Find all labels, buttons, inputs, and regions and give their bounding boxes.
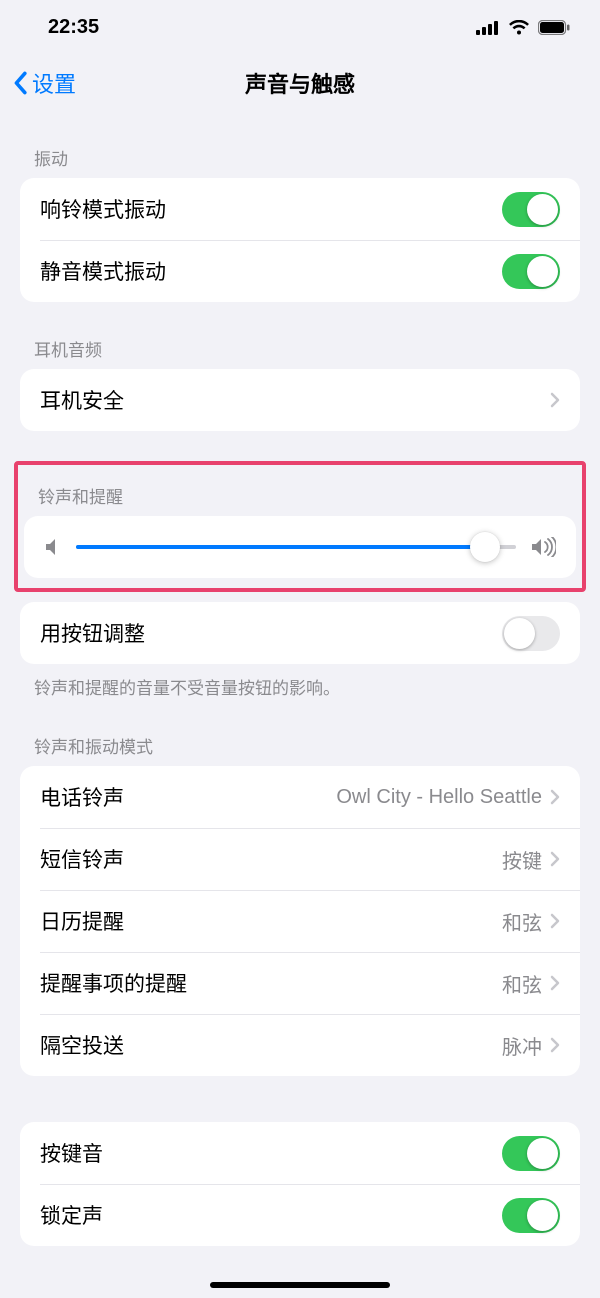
row-label: 锁定声 xyxy=(40,1200,502,1230)
wifi-icon xyxy=(508,20,530,36)
back-label: 设置 xyxy=(32,67,76,99)
group-headphone: 耳机安全 xyxy=(20,369,580,431)
cellular-signal-icon xyxy=(476,21,500,35)
toggle-ring-vibrate[interactable] xyxy=(502,192,560,227)
row-label: 提醒事项的提醒 xyxy=(40,968,502,998)
volume-slider[interactable] xyxy=(76,545,516,549)
section-header-ringer: 铃声和提醒 xyxy=(18,465,582,516)
volume-high-icon xyxy=(530,537,556,557)
row-label: 日历提醒 xyxy=(40,906,502,936)
row-change-with-buttons[interactable]: 用按钮调整 xyxy=(20,602,580,664)
group-vibration: 响铃模式振动 静音模式振动 xyxy=(20,178,580,302)
row-detail: Owl City - Hello Seattle xyxy=(336,786,542,809)
section-header-patterns: 铃声和振动模式 xyxy=(0,699,600,766)
section-header-headphone: 耳机音频 xyxy=(0,302,600,369)
row-ring-vibrate[interactable]: 响铃模式振动 xyxy=(20,178,580,240)
chevron-right-icon xyxy=(550,789,560,805)
toggle-silent-vibrate[interactable] xyxy=(502,254,560,289)
page-title: 声音与触感 xyxy=(0,67,600,99)
row-detail: 和弦 xyxy=(502,907,542,936)
toggle-lock-sound[interactable] xyxy=(502,1198,560,1233)
battery-icon xyxy=(538,20,570,35)
section-spacer xyxy=(0,1076,600,1122)
row-label: 耳机安全 xyxy=(40,385,550,415)
section-header-vibration: 振动 xyxy=(0,111,600,178)
status-time: 22:35 xyxy=(48,16,99,39)
row-text-tone[interactable]: 短信铃声 按键 xyxy=(20,828,580,890)
toggle-keyboard-clicks[interactable] xyxy=(502,1136,560,1171)
group-ringer-slider xyxy=(24,516,576,578)
row-reminder-alert[interactable]: 提醒事项的提醒 和弦 xyxy=(20,952,580,1014)
chevron-right-icon xyxy=(550,975,560,991)
row-ringtone[interactable]: 电话铃声 Owl City - Hello Seattle xyxy=(20,766,580,828)
row-detail: 按键 xyxy=(502,845,542,874)
group-patterns: 电话铃声 Owl City - Hello Seattle 短信铃声 按键 日历… xyxy=(20,766,580,1076)
chevron-right-icon xyxy=(550,392,560,408)
back-button[interactable]: 设置 xyxy=(12,67,76,99)
row-ringer-volume xyxy=(24,516,576,578)
status-bar: 22:35 xyxy=(0,0,600,55)
nav-bar: 设置 声音与触感 xyxy=(0,55,600,111)
volume-low-icon xyxy=(44,537,62,557)
row-label: 按键音 xyxy=(40,1138,502,1168)
row-headphone-safety[interactable]: 耳机安全 xyxy=(20,369,580,431)
row-airdrop[interactable]: 隔空投送 脉冲 xyxy=(20,1014,580,1076)
chevron-left-icon xyxy=(12,71,28,95)
highlight-ringer-section: 铃声和提醒 xyxy=(14,461,586,592)
row-detail: 脉冲 xyxy=(502,1031,542,1060)
row-keyboard-clicks[interactable]: 按键音 xyxy=(20,1122,580,1184)
row-label: 隔空投送 xyxy=(40,1030,502,1060)
row-label: 电话铃声 xyxy=(40,782,336,812)
row-label: 静音模式振动 xyxy=(40,256,502,286)
row-silent-vibrate[interactable]: 静音模式振动 xyxy=(20,240,580,302)
row-label: 用按钮调整 xyxy=(40,618,502,648)
group-system-sounds: 按键音 锁定声 xyxy=(20,1122,580,1246)
row-label: 短信铃声 xyxy=(40,844,502,874)
row-calendar-alert[interactable]: 日历提醒 和弦 xyxy=(20,890,580,952)
status-indicators xyxy=(476,20,570,36)
footer-note-ringer: 铃声和提醒的音量不受音量按钮的影响。 xyxy=(0,664,600,699)
group-change-buttons: 用按钮调整 xyxy=(20,602,580,664)
chevron-right-icon xyxy=(550,913,560,929)
row-detail: 和弦 xyxy=(502,969,542,998)
home-indicator[interactable] xyxy=(210,1282,390,1288)
chevron-right-icon xyxy=(550,1037,560,1053)
toggle-change-with-buttons[interactable] xyxy=(502,616,560,651)
row-lock-sound[interactable]: 锁定声 xyxy=(20,1184,580,1246)
row-label: 响铃模式振动 xyxy=(40,194,502,224)
chevron-right-icon xyxy=(550,851,560,867)
